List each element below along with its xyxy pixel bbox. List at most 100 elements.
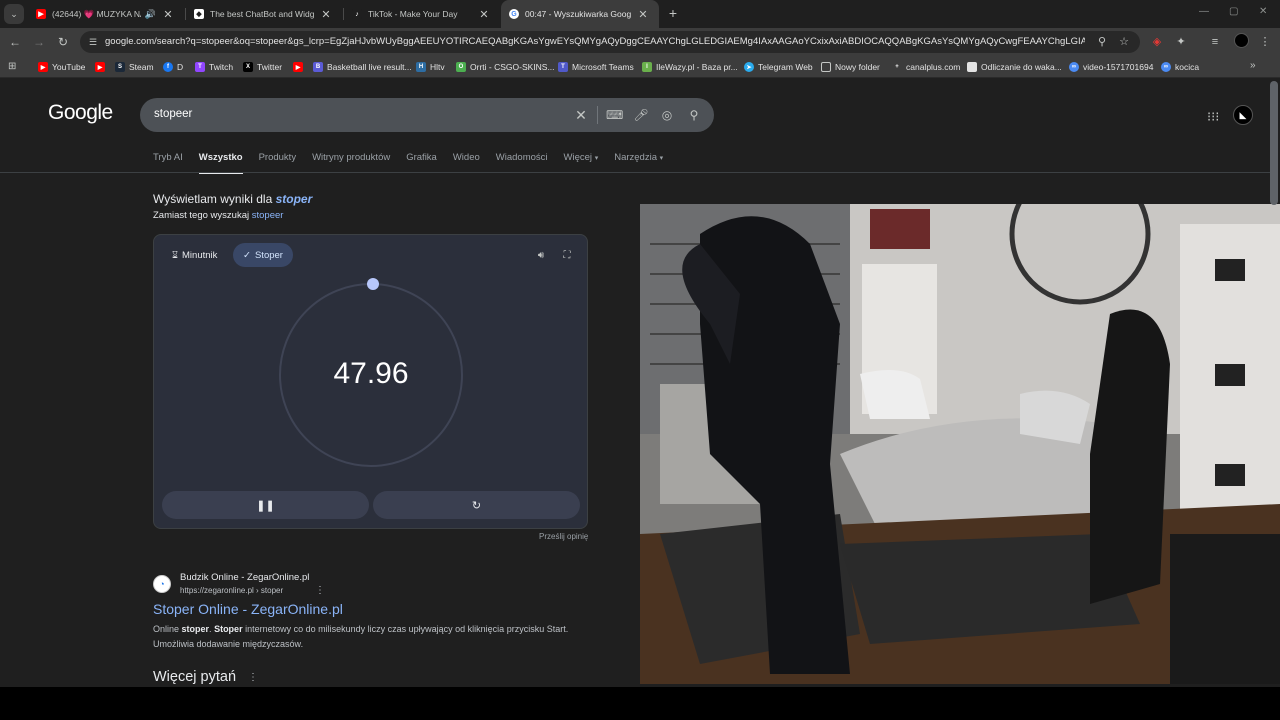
bookmark-youtube-3[interactable]: ▶ xyxy=(293,61,307,73)
google-logo[interactable]: Google xyxy=(48,101,113,125)
bookmark-kocica[interactable]: ∞ kocica xyxy=(1161,61,1199,73)
close-icon[interactable]: ✕ xyxy=(162,8,174,21)
tab-ai-mode[interactable]: Tryb AI xyxy=(153,152,183,172)
search-tabs: Tryb AI Wszystko Produkty Witryny produk… xyxy=(153,152,663,174)
original-query-link[interactable]: stopeer xyxy=(252,210,284,221)
video-icon: ∞ xyxy=(1069,62,1079,72)
bookmark-ilewazy[interactable]: I IleWazy.pl - Baza pr... xyxy=(642,61,738,73)
microphone-icon[interactable]: 🎤︎ xyxy=(633,107,649,123)
reading-list-icon[interactable]: ≡ xyxy=(1206,33,1224,51)
more-bookmarks-icon[interactable]: » xyxy=(1250,60,1256,71)
profile-avatar[interactable] xyxy=(1234,33,1249,48)
bookmark-youtube-2[interactable]: ▶ xyxy=(95,61,109,73)
tab-all[interactable]: Wszystko xyxy=(198,152,243,174)
bookmark-video[interactable]: ∞ video-1571701694 xyxy=(1069,61,1153,73)
reset-icon: ↻ xyxy=(471,499,482,512)
bookmark-canalplus[interactable]: + canalplus.com xyxy=(892,61,960,73)
speaker-icon[interactable]: 🔊 xyxy=(145,9,156,20)
stopwatch-mode-button[interactable]: ✓ Stoper xyxy=(233,243,293,267)
tab-video[interactable]: Wideo xyxy=(453,152,480,172)
minimize-icon[interactable]: — xyxy=(1199,6,1209,17)
bookmark-twitter[interactable]: X Twitter xyxy=(243,61,282,73)
send-feedback-link[interactable]: Prześlij opinię xyxy=(539,532,588,541)
tab-title: TikTok - Make Your Day xyxy=(368,9,458,19)
tab-news[interactable]: Wiadomości xyxy=(496,152,548,172)
youtube-icon: ▶ xyxy=(293,62,303,72)
toolbar: ← → ↻ ☰ google.com/search?q=stopeer&oq=s… xyxy=(0,28,1280,56)
tab-strip: ⌄ ▶ (42644) 💗 MUZYKA NA 🔊 ✕ ◆ The best C… xyxy=(0,0,1280,28)
new-tab-button[interactable]: + xyxy=(664,5,682,23)
tab-youtube-music[interactable]: ▶ (42644) 💗 MUZYKA NA 🔊 ✕ xyxy=(28,0,184,28)
browser-window: { "tabs": [ {"title": "(42644) 💗 MUZYKA … xyxy=(0,0,1280,720)
tab-products[interactable]: Produkty xyxy=(259,152,297,172)
tab-google-active[interactable]: G 00:47 - Wyszukiwarka Google ✕ xyxy=(501,0,659,28)
google-apps-icon[interactable]: ⁝⁝⁝ xyxy=(1207,109,1219,125)
bookmark-teams[interactable]: T Microsoft Teams xyxy=(558,61,634,73)
more-questions-menu-icon[interactable]: ⋮ xyxy=(248,672,258,683)
bookmark-basketball[interactable]: B Basketball live result... xyxy=(313,61,412,73)
address-bar[interactable]: ☰ google.com/search?q=stopeer&oq=stopeer… xyxy=(80,31,1140,53)
bookmark-facebook[interactable]: fD xyxy=(163,61,183,73)
tab-tools[interactable]: Narzędzia ▾ xyxy=(614,152,663,172)
bookmark-star-icon[interactable]: ☆ xyxy=(1117,35,1131,49)
extension-icon[interactable]: ◈ xyxy=(1148,33,1166,51)
result-url[interactable]: https://zegaronline.pl › stoper xyxy=(180,586,283,595)
site-favicon: ◔ xyxy=(153,575,171,593)
tab-chatbot[interactable]: ◆ The best ChatBot and Widgets ✕ xyxy=(186,0,342,28)
tab-product-sites[interactable]: Witryny produktów xyxy=(312,152,390,172)
tab-images[interactable]: Grafika xyxy=(406,152,437,172)
x-icon: X xyxy=(243,62,253,72)
search-input[interactable]: stopeer xyxy=(154,108,192,120)
timer-mode-button[interactable]: ⌛︎ Minutnik xyxy=(162,243,227,267)
telegram-icon: ➤ xyxy=(744,62,754,72)
tab-more[interactable]: Więcej ▾ xyxy=(564,152,599,172)
keyboard-icon[interactable]: ⌨ xyxy=(606,107,623,123)
apps-grid-icon[interactable]: ⊞ xyxy=(8,61,16,72)
back-button[interactable]: ← xyxy=(6,33,24,51)
ilewazy-icon: I xyxy=(642,62,652,72)
result-title-link[interactable]: Stoper Online - ZegarOnline.pl xyxy=(153,601,343,617)
tab-search-button[interactable]: ⌄ xyxy=(4,4,24,24)
steam-icon: S xyxy=(115,62,125,72)
sound-icon[interactable]: 🔊︎ xyxy=(534,249,548,263)
clear-icon[interactable]: ✕ xyxy=(573,107,589,123)
reset-button[interactable]: ↻ xyxy=(373,491,580,519)
tab-tiktok[interactable]: ♪ TikTok - Make Your Day ✕ xyxy=(344,0,500,28)
close-window-icon[interactable]: ✕ xyxy=(1259,6,1267,17)
bookmark-orrti[interactable]: O Orrti - CSGO-SKINS... xyxy=(456,61,555,73)
fullscreen-icon[interactable]: ⛶ xyxy=(560,249,574,263)
bookmark-telegram[interactable]: ➤ Telegram Web xyxy=(744,61,813,73)
site-info-icon[interactable]: ☰ xyxy=(86,35,100,49)
bookmarks-bar: ⊞ ▶ YouTube ▶ S Steam fD T Twitch X Twitter … xyxy=(0,56,1280,78)
forward-button[interactable]: → xyxy=(30,33,48,51)
bookmark-youtube[interactable]: ▶ YouTube xyxy=(38,61,85,73)
zoom-icon[interactable]: ⚲ xyxy=(1095,35,1109,49)
camera-lens-icon[interactable]: ◎ xyxy=(659,107,675,123)
tab-title: 00:47 - Wyszukiwarka Google xyxy=(525,9,631,19)
extensions-puzzle-icon[interactable]: ✦ xyxy=(1172,33,1190,51)
result-site-name[interactable]: Budzik Online - ZegarOnline.pl xyxy=(180,572,309,583)
search-box[interactable]: stopeer ✕ ⌨ 🎤︎ ◎ ⚲ xyxy=(140,98,714,132)
result-menu-icon[interactable]: ⋮ xyxy=(315,585,325,596)
user-avatar[interactable]: ◣ xyxy=(1233,105,1253,125)
bookmark-steam[interactable]: S Steam xyxy=(115,61,154,73)
bookmark-odliczanie[interactable]: Odliczanie do waka... xyxy=(967,61,1062,73)
close-icon[interactable]: ✕ xyxy=(320,8,332,21)
reload-button[interactable]: ↻ xyxy=(54,33,72,51)
close-icon[interactable]: ✕ xyxy=(478,8,490,21)
restore-icon[interactable]: ▢ xyxy=(1229,6,1238,17)
close-icon[interactable]: ✕ xyxy=(637,8,649,21)
bookmark-twitch[interactable]: T Twitch xyxy=(195,61,233,73)
youtube-icon: ▶ xyxy=(36,9,46,19)
address-url[interactable]: google.com/search?q=stopeer&oq=stopeer&g… xyxy=(105,36,1085,47)
page-scrollbar[interactable] xyxy=(1270,81,1278,205)
dial-progress-marker xyxy=(367,278,379,290)
bookmark-hltv[interactable]: H Hltv xyxy=(416,61,445,73)
search-icon[interactable]: ⚲ xyxy=(686,107,702,123)
bookmark-folder[interactable]: Nowy folder xyxy=(821,61,880,73)
corrected-query-link[interactable]: stoper xyxy=(276,192,313,206)
stopwatch-dial: 47.96 xyxy=(279,278,463,467)
pause-button[interactable]: ❚❚ xyxy=(162,491,369,519)
hourglass-icon: ⌛︎ xyxy=(172,249,179,261)
menu-icon[interactable]: ⋮ xyxy=(1256,33,1274,51)
